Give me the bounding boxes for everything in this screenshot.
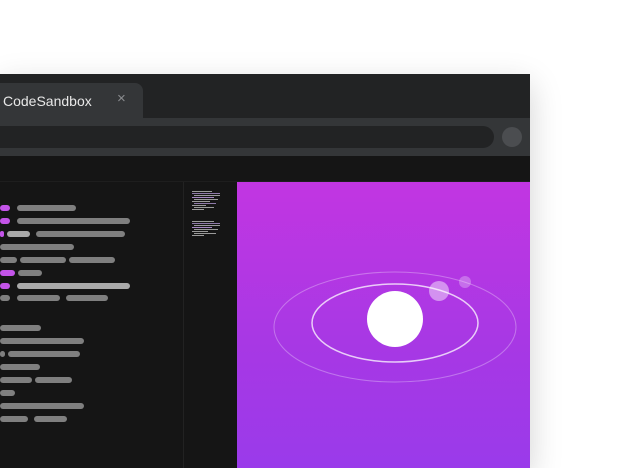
- code-editor[interactable]: [0, 182, 183, 468]
- preview-pane[interactable]: [237, 182, 530, 468]
- tab-title: CodeSandbox: [3, 93, 92, 109]
- browser-toolbar: [0, 118, 530, 156]
- planet-orbit-illustration: [273, 271, 517, 383]
- planet: [367, 291, 423, 347]
- close-icon[interactable]: ×: [117, 91, 126, 106]
- editor-header: [0, 156, 530, 182]
- moon-large: [429, 281, 449, 301]
- tab-strip: CodeSandbox ×: [0, 74, 530, 118]
- tab-codesandbox[interactable]: CodeSandbox ×: [0, 83, 143, 118]
- browser-window: CodeSandbox ×: [0, 74, 530, 468]
- code-minimap[interactable]: [183, 182, 237, 468]
- address-bar[interactable]: [0, 126, 494, 148]
- profile-button[interactable]: [502, 127, 522, 147]
- moon-small: [459, 276, 471, 288]
